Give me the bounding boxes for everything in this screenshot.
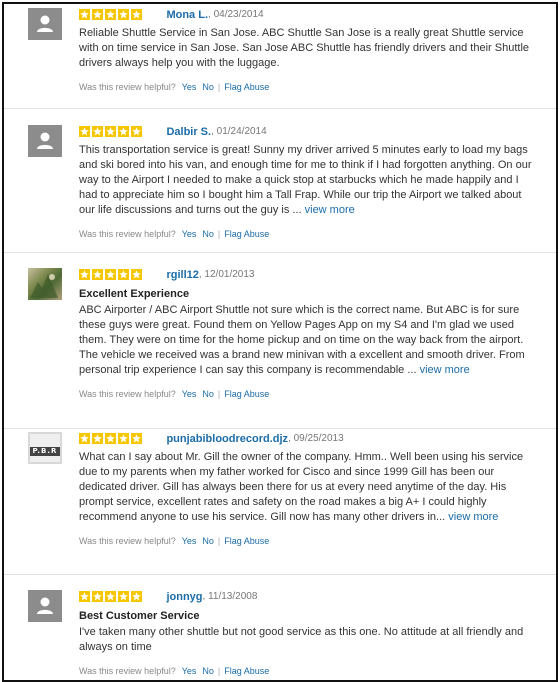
user-silhouette-icon (28, 8, 62, 40)
star-rating (79, 125, 144, 139)
review-text: ABC Airporter / ABC Airport Shuttle not … (79, 304, 525, 376)
reviews-panel: Mona L., 04/23/2014 Reliable Shuttle Ser… (2, 2, 558, 682)
user-silhouette-icon (28, 125, 62, 157)
user-silhouette-icon (28, 590, 62, 622)
flag-abuse-link[interactable]: Flag Abuse (224, 82, 269, 92)
reviewer-name[interactable]: Mona L. (166, 8, 208, 22)
star-rating (79, 8, 144, 22)
review-date: , 04/23/2014 (208, 9, 264, 20)
divider (4, 252, 556, 253)
view-more-link[interactable]: view more (305, 204, 355, 216)
review-date: , 11/13/2008 (202, 591, 258, 602)
helpful-no-link[interactable]: No (202, 389, 214, 399)
helpful-question: Was this review helpful? (79, 666, 176, 676)
flag-abuse-link[interactable]: Flag Abuse (224, 389, 269, 399)
star-rating (79, 268, 144, 282)
star-icon (79, 126, 90, 137)
helpful-yes-link[interactable]: Yes (182, 82, 197, 92)
star-icon (105, 591, 116, 602)
profile-logo: P.B.R (28, 432, 62, 464)
flag-abuse-link[interactable]: Flag Abuse (224, 536, 269, 546)
star-icon (105, 433, 116, 444)
review-headline: Best Customer Service (79, 610, 200, 622)
helpful-question: Was this review helpful? (79, 229, 176, 239)
helpful-row: Was this review helpful? Yes No | Flag Abuse (79, 229, 270, 239)
star-icon (131, 433, 142, 444)
divider (4, 574, 556, 575)
helpful-yes-link[interactable]: Yes (182, 536, 197, 546)
star-icon (118, 591, 129, 602)
review-headline: Excellent Experience (79, 288, 190, 300)
divider (4, 108, 556, 109)
helpful-question: Was this review helpful? (79, 389, 176, 399)
star-icon (92, 591, 103, 602)
helpful-row: Was this review helpful? Yes No | Flag Abuse (79, 82, 270, 92)
helpful-question: Was this review helpful? (79, 536, 176, 546)
star-icon (79, 433, 90, 444)
star-icon (92, 9, 103, 20)
star-icon (118, 433, 129, 444)
helpful-no-link[interactable]: No (202, 666, 214, 676)
star-icon (79, 269, 90, 280)
star-icon (105, 269, 116, 280)
divider (4, 428, 556, 429)
helpful-no-link[interactable]: No (202, 536, 214, 546)
star-icon (131, 9, 142, 20)
star-icon (92, 433, 103, 444)
helpful-question: Was this review helpful? (79, 82, 176, 92)
star-icon (118, 126, 129, 137)
review-text: This transportation service is great! Su… (79, 144, 532, 216)
flag-abuse-link[interactable]: Flag Abuse (224, 229, 269, 239)
helpful-no-link[interactable]: No (202, 82, 214, 92)
star-rating (79, 590, 144, 604)
review-text: Reliable Shuttle Service in San Jose. AB… (79, 27, 530, 69)
helpful-yes-link[interactable]: Yes (182, 229, 197, 239)
star-icon (92, 269, 103, 280)
helpful-no-link[interactable]: No (202, 229, 214, 239)
profile-photo (28, 268, 62, 300)
helpful-yes-link[interactable]: Yes (182, 389, 197, 399)
flag-abuse-link[interactable]: Flag Abuse (224, 666, 269, 676)
review-text: What can I say about Mr. Gill the owner … (79, 451, 524, 523)
star-icon (79, 591, 90, 602)
star-icon (79, 9, 90, 20)
star-icon (131, 126, 142, 137)
view-more-link[interactable]: view more (420, 364, 470, 376)
star-icon (131, 591, 142, 602)
review-text: I've taken many other shuttle but not go… (79, 626, 524, 653)
review-date: , 01/24/2014 (211, 126, 267, 137)
reviewer-name[interactable]: Dalbir S. (166, 125, 211, 139)
helpful-row: Was this review helpful? Yes No | Flag Abuse (79, 536, 270, 546)
star-icon (131, 269, 142, 280)
reviewer-name[interactable]: rgill12 (166, 268, 198, 282)
star-icon (105, 9, 116, 20)
helpful-yes-link[interactable]: Yes (182, 666, 197, 676)
star-rating (79, 432, 144, 446)
reviewer-name[interactable]: jonnyg (166, 590, 202, 604)
review-date: , 09/25/2013 (288, 433, 344, 444)
helpful-row: Was this review helpful? Yes No | Flag Abuse (79, 389, 270, 399)
review-date: , 12/01/2013 (198, 269, 255, 280)
star-icon (92, 126, 103, 137)
helpful-row: Was this review helpful? Yes No | Flag Abuse (79, 666, 270, 676)
star-icon (105, 126, 116, 137)
reviewer-name[interactable]: punjabibloodrecord.djz (166, 432, 288, 446)
view-more-link[interactable]: view more (448, 511, 498, 523)
star-icon (118, 9, 129, 20)
star-icon (118, 269, 129, 280)
